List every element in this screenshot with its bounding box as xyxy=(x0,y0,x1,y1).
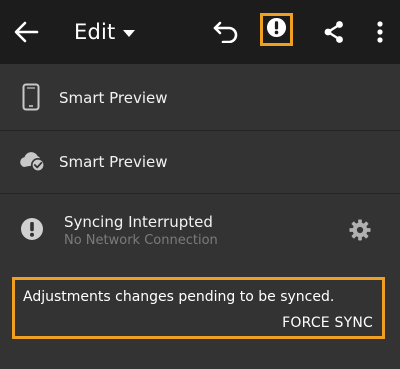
undo-icon[interactable] xyxy=(211,18,241,46)
caret-down-icon xyxy=(123,23,136,42)
edit-mode-dropdown[interactable]: Edit xyxy=(74,18,136,46)
sync-status-title: Syncing Interrupted xyxy=(64,213,213,231)
smart-preview-cloud-label: Smart Preview xyxy=(59,153,168,171)
gear-icon[interactable] xyxy=(348,218,372,242)
sync-status-subtitle: No Network Connection xyxy=(64,233,218,248)
list-item-local-smart-preview: Smart Preview xyxy=(0,64,400,131)
pending-sync-notice: Adjustments changes pending to be synced… xyxy=(12,277,385,339)
share-icon[interactable] xyxy=(320,18,348,46)
phone-icon xyxy=(19,82,43,112)
top-toolbar: Edit xyxy=(0,0,400,64)
exclamation-circle-icon xyxy=(20,217,44,241)
force-sync-button[interactable]: FORCE SYNC xyxy=(282,315,373,331)
list-item-sync-status: Syncing Interrupted No Network Connectio… xyxy=(0,194,400,266)
pending-sync-message: Adjustments changes pending to be synced… xyxy=(23,289,335,305)
back-arrow-icon[interactable] xyxy=(12,18,40,46)
cloud-check-icon xyxy=(17,149,47,173)
edit-mode-label: Edit xyxy=(74,20,116,44)
more-options-icon[interactable] xyxy=(368,18,392,46)
exclamation-circle-icon xyxy=(266,17,287,42)
sync-alert-button[interactable] xyxy=(260,13,293,46)
smart-preview-local-label: Smart Preview xyxy=(59,89,168,107)
list-item-cloud-smart-preview: Smart Preview xyxy=(0,131,400,194)
bottom-spacer xyxy=(0,339,400,369)
